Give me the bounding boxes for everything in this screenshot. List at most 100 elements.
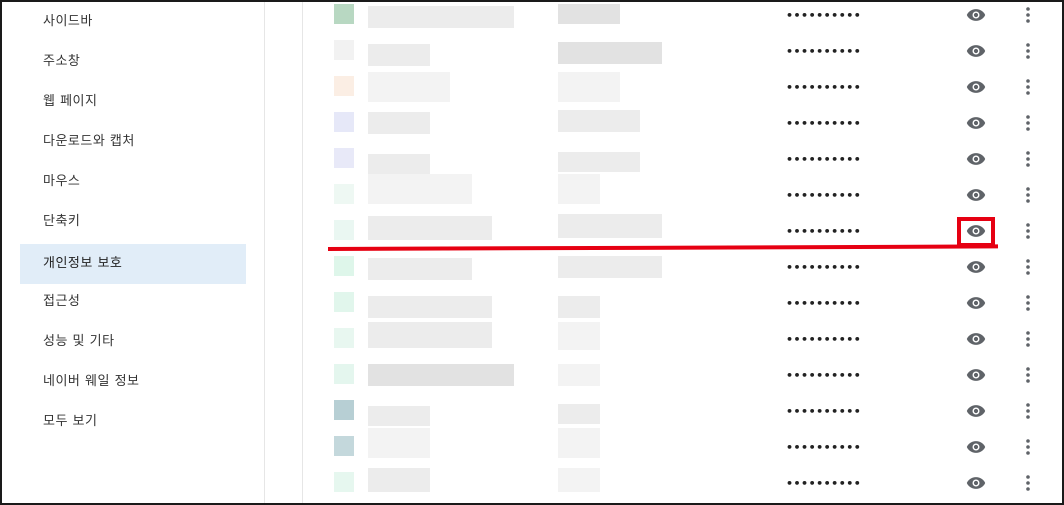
more-vert-icon[interactable]: [1023, 149, 1033, 169]
masked-password: ••••••••••: [786, 405, 862, 418]
masked-password: ••••••••••: [786, 153, 862, 166]
eye-icon[interactable]: [966, 8, 986, 22]
sidebar-item-web-page[interactable]: 웹 페이지: [20, 82, 246, 122]
content-divider: [302, 2, 303, 503]
password-row: ••••••••••: [330, 0, 1050, 36]
password-row: ••••••••••: [330, 174, 1050, 216]
password-row: ••••••••••: [330, 428, 1050, 468]
eye-icon[interactable]: [966, 152, 986, 166]
site-url: [368, 154, 430, 174]
password-row: ••••••••••: [330, 252, 1050, 288]
site-favicon: [334, 472, 354, 492]
masked-password: ••••••••••: [786, 117, 862, 130]
more-vert-icon[interactable]: [1023, 437, 1033, 457]
username: [558, 428, 600, 458]
password-row: ••••••••••: [330, 468, 1050, 504]
settings-sidebar: 사이드바 주소창 웹 페이지 다운로드와 캡처 마우스 단축키 개인정보 보호 …: [2, 2, 265, 503]
more-vert-icon[interactable]: [1023, 401, 1033, 421]
masked-password: ••••••••••: [786, 369, 862, 382]
site-favicon: [334, 112, 354, 132]
username: [558, 174, 600, 204]
red-highlight-box: [957, 217, 995, 247]
site-favicon: [334, 220, 354, 240]
site-url: [368, 322, 492, 348]
sidebar-item-show-all[interactable]: 모두 보기: [20, 402, 246, 442]
masked-password: ••••••••••: [786, 81, 862, 94]
site-favicon: [334, 400, 354, 420]
masked-password: ••••••••••: [786, 189, 862, 202]
sidebar-item-about-whale[interactable]: 네이버 웨일 정보: [20, 362, 246, 402]
password-row: ••••••••••: [330, 396, 1050, 432]
more-vert-icon[interactable]: [1023, 365, 1033, 385]
more-vert-icon[interactable]: [1023, 185, 1033, 205]
site-favicon: [334, 292, 354, 312]
masked-password: ••••••••••: [786, 45, 862, 58]
password-row: ••••••••••: [330, 360, 1050, 396]
sidebar-item-performance[interactable]: 성능 및 기타: [20, 322, 246, 362]
more-vert-icon[interactable]: [1023, 41, 1033, 61]
password-row: ••••••••••: [330, 288, 1050, 324]
more-vert-icon[interactable]: [1023, 113, 1033, 133]
username: [558, 42, 662, 64]
more-vert-icon[interactable]: [1023, 221, 1033, 241]
password-row: ••••••••••: [330, 108, 1050, 144]
eye-icon[interactable]: [966, 188, 986, 202]
site-favicon: [334, 328, 354, 348]
username: [558, 4, 620, 24]
masked-password: ••••••••••: [786, 297, 862, 310]
username: [558, 152, 640, 172]
sidebar-item-address-bar[interactable]: 주소창: [20, 42, 246, 82]
eye-icon[interactable]: [966, 476, 986, 490]
site-url: [368, 6, 514, 28]
site-favicon: [334, 256, 354, 276]
masked-password: ••••••••••: [786, 261, 862, 274]
sidebar-item-privacy[interactable]: 개인정보 보호: [20, 244, 246, 284]
more-vert-icon[interactable]: [1023, 5, 1033, 25]
masked-password: ••••••••••: [786, 477, 862, 490]
eye-icon[interactable]: [966, 44, 986, 58]
username: [558, 72, 620, 102]
site-url: [368, 112, 430, 134]
eye-icon[interactable]: [966, 116, 986, 130]
sidebar-item-mouse[interactable]: 마우스: [20, 162, 246, 202]
eye-icon[interactable]: [966, 332, 986, 346]
site-url: [368, 364, 514, 386]
sidebar-item-accessibility[interactable]: 접근성: [20, 282, 246, 322]
more-vert-icon[interactable]: [1023, 77, 1033, 97]
site-url: [368, 258, 472, 280]
masked-password: ••••••••••: [786, 225, 862, 238]
more-vert-icon[interactable]: [1023, 257, 1033, 277]
site-url: [368, 72, 450, 102]
username: [558, 110, 640, 132]
site-favicon: [334, 184, 354, 204]
site-url: [368, 216, 492, 240]
sidebar-item-downloads-capture[interactable]: 다운로드와 캡처: [20, 122, 246, 162]
eye-icon[interactable]: [966, 440, 986, 454]
eye-icon[interactable]: [966, 404, 986, 418]
sidebar-item-shortcuts[interactable]: 단축키: [20, 202, 246, 242]
site-favicon: [334, 40, 354, 60]
more-vert-icon[interactable]: [1023, 329, 1033, 349]
site-favicon: [334, 436, 354, 456]
eye-icon[interactable]: [966, 296, 986, 310]
site-favicon: [334, 4, 354, 24]
site-url: [368, 174, 472, 204]
eye-icon[interactable]: [966, 80, 986, 94]
password-row: ••••••••••: [330, 322, 1050, 360]
site-url: [368, 468, 430, 492]
site-url: [368, 406, 430, 426]
site-favicon: [334, 364, 354, 384]
eye-icon[interactable]: [966, 260, 986, 274]
masked-password: ••••••••••: [786, 441, 862, 454]
more-vert-icon[interactable]: [1023, 473, 1033, 493]
username: [558, 214, 662, 238]
eye-icon[interactable]: [966, 368, 986, 382]
username: [558, 364, 600, 386]
username: [558, 322, 600, 350]
username: [558, 296, 600, 318]
more-vert-icon[interactable]: [1023, 293, 1033, 313]
sidebar-item-sidebar[interactable]: 사이드바: [20, 2, 246, 42]
password-row: ••••••••••: [330, 36, 1050, 72]
username: [558, 256, 662, 278]
site-favicon: [334, 76, 354, 96]
